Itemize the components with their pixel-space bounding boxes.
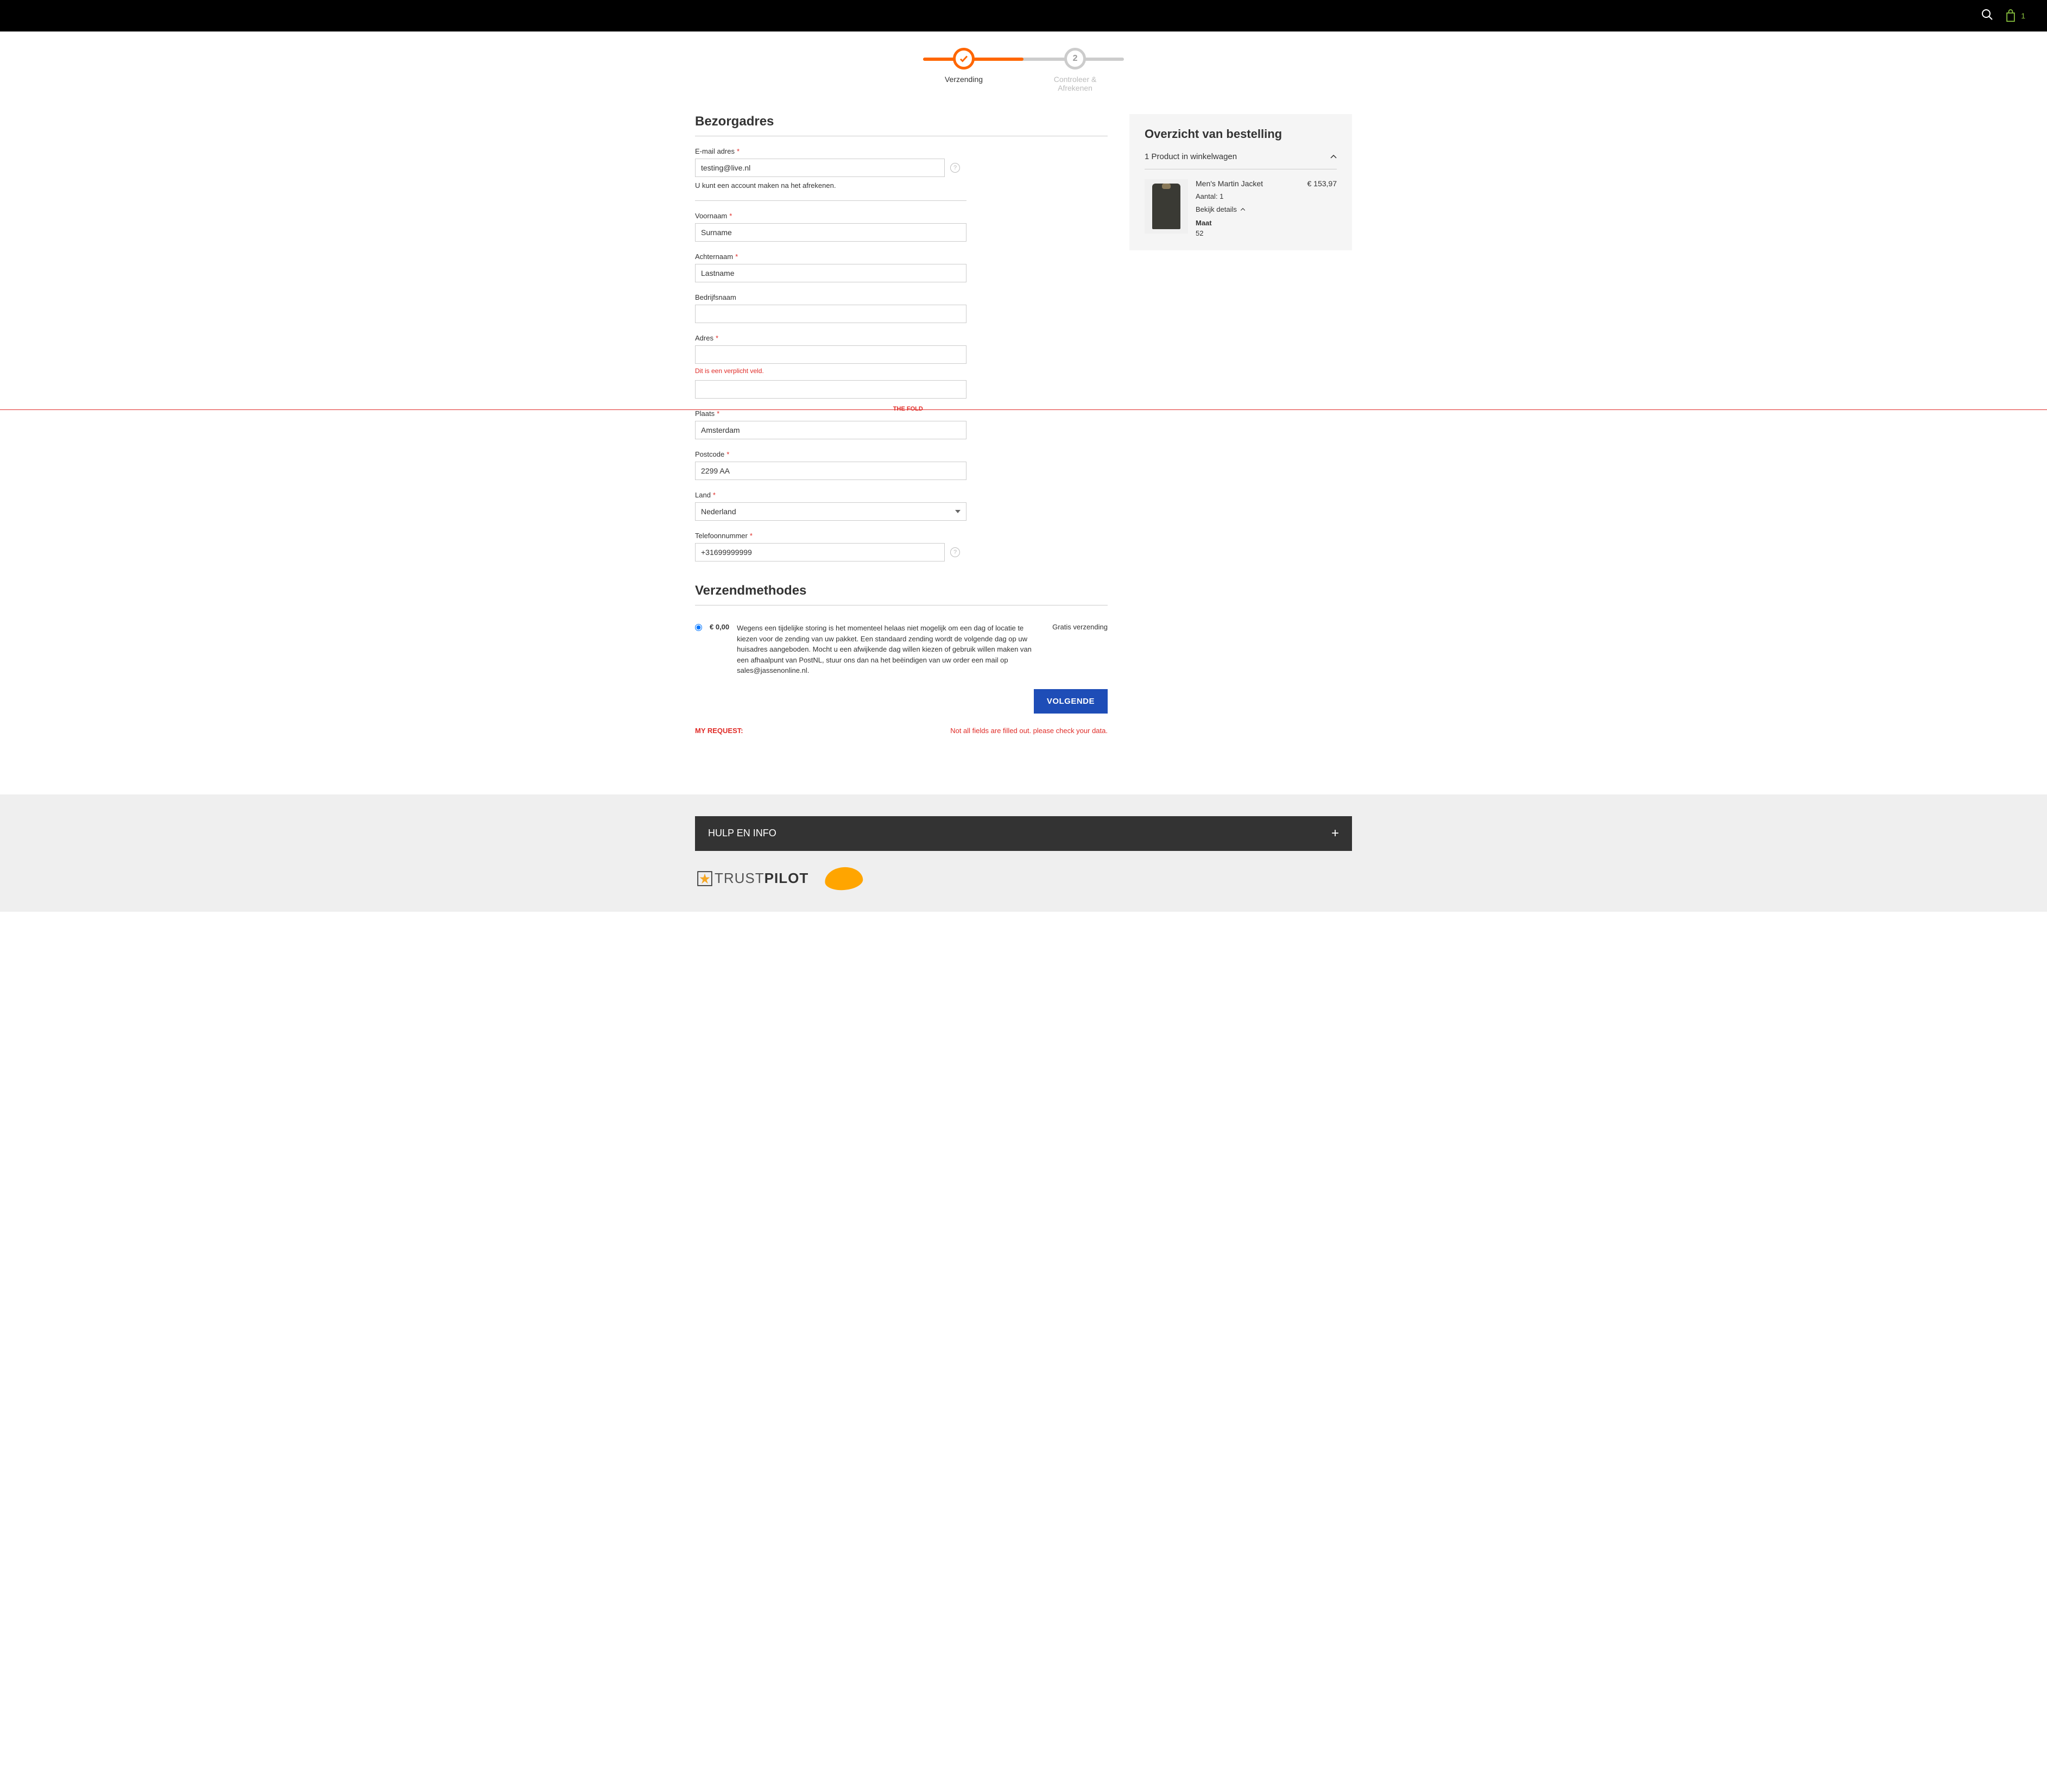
- annotation-label: MY REQUEST:: [695, 727, 743, 735]
- email-field[interactable]: [695, 159, 945, 177]
- annotation-message: Not all fields are filled out. please ch…: [950, 727, 1108, 735]
- step-1-label: Verzending: [945, 75, 983, 84]
- help-info-title: HULP EN INFO: [708, 828, 776, 839]
- site-header: 1: [0, 0, 2047, 31]
- help-info-bar[interactable]: HULP EN INFO +: [695, 816, 1352, 851]
- shipping-address-title: Bezorgadres: [695, 114, 1108, 136]
- badge-icon: [824, 866, 864, 892]
- email-label: E-mail adres*: [695, 147, 1108, 155]
- chevron-up-icon: [1240, 208, 1246, 211]
- postcode-field[interactable]: [695, 462, 966, 480]
- shipping-price: € 0,00: [710, 623, 729, 631]
- shipping-methods-title: Verzendmethodes: [695, 583, 1108, 605]
- details-toggle[interactable]: Bekijk details: [1196, 205, 1246, 213]
- summary-sub-label: 1 Product in winkelwagen: [1145, 152, 1237, 161]
- checkout-progress: Verzending 2 Controleer & Afrekenen: [695, 48, 1352, 92]
- phone-field[interactable]: [695, 543, 945, 561]
- shipping-type: Gratis verzending: [1052, 623, 1108, 631]
- next-button[interactable]: VOLGENDE: [1034, 689, 1108, 714]
- chevron-up-icon: [1330, 155, 1337, 159]
- search-icon[interactable]: [1981, 8, 1994, 24]
- address-line1-field[interactable]: [695, 345, 966, 364]
- country-select[interactable]: Nederland: [695, 502, 966, 521]
- summary-toggle[interactable]: 1 Product in winkelwagen: [1145, 152, 1337, 169]
- cart-count: 1: [2021, 11, 2025, 20]
- country-label: Land*: [695, 491, 1108, 499]
- product-qty: Aantal: 1: [1196, 192, 1300, 200]
- product-price: € 153,97: [1307, 179, 1337, 237]
- shipping-option-radio[interactable]: [695, 624, 702, 631]
- plus-icon: +: [1331, 826, 1339, 841]
- phone-label: Telefoonnummer*: [695, 532, 1108, 540]
- order-summary: Overzicht van bestelling 1 Product in wi…: [1129, 114, 1352, 250]
- address-line2-field[interactable]: [695, 380, 966, 399]
- company-field[interactable]: [695, 305, 966, 323]
- help-icon[interactable]: ?: [950, 163, 960, 173]
- bag-icon: [2005, 9, 2017, 22]
- product-thumbnail: [1145, 179, 1188, 234]
- summary-title: Overzicht van bestelling: [1145, 127, 1337, 141]
- attr-value: 52: [1196, 229, 1300, 237]
- divider: [695, 200, 966, 201]
- star-icon: [697, 871, 712, 886]
- address-error: Dit is een verplicht veld.: [695, 367, 1108, 375]
- address-label: Adres*: [695, 334, 1108, 342]
- lastname-label: Achternaam*: [695, 253, 1108, 261]
- city-field[interactable]: [695, 421, 966, 439]
- step-2-label: Controleer & Afrekenen: [1048, 75, 1102, 92]
- company-label: Bedrijfsnaam: [695, 293, 1108, 301]
- fold-label: THE FOLD: [893, 406, 923, 412]
- trustpilot-logo: TRUSTPILOT: [697, 870, 808, 887]
- help-icon[interactable]: ?: [950, 547, 960, 557]
- lastname-field[interactable]: [695, 264, 966, 282]
- check-icon: [959, 54, 969, 64]
- product-name: Men's Martin Jacket: [1196, 179, 1300, 188]
- cart-item: Men's Martin Jacket Aantal: 1 Bekijk det…: [1145, 169, 1337, 237]
- step-1-circle: [953, 48, 975, 70]
- postcode-label: Postcode*: [695, 450, 1108, 458]
- firstname-field[interactable]: [695, 223, 966, 242]
- firstname-label: Voornaam*: [695, 212, 1108, 220]
- shipping-description: Wegens een tijdelijke storing is het mom…: [737, 623, 1045, 676]
- step-2-circle: 2: [1064, 48, 1086, 70]
- cart-button[interactable]: 1: [2005, 9, 2025, 22]
- email-hint: U kunt een account maken na het afrekene…: [695, 181, 1108, 190]
- attr-label: Maat: [1196, 219, 1300, 227]
